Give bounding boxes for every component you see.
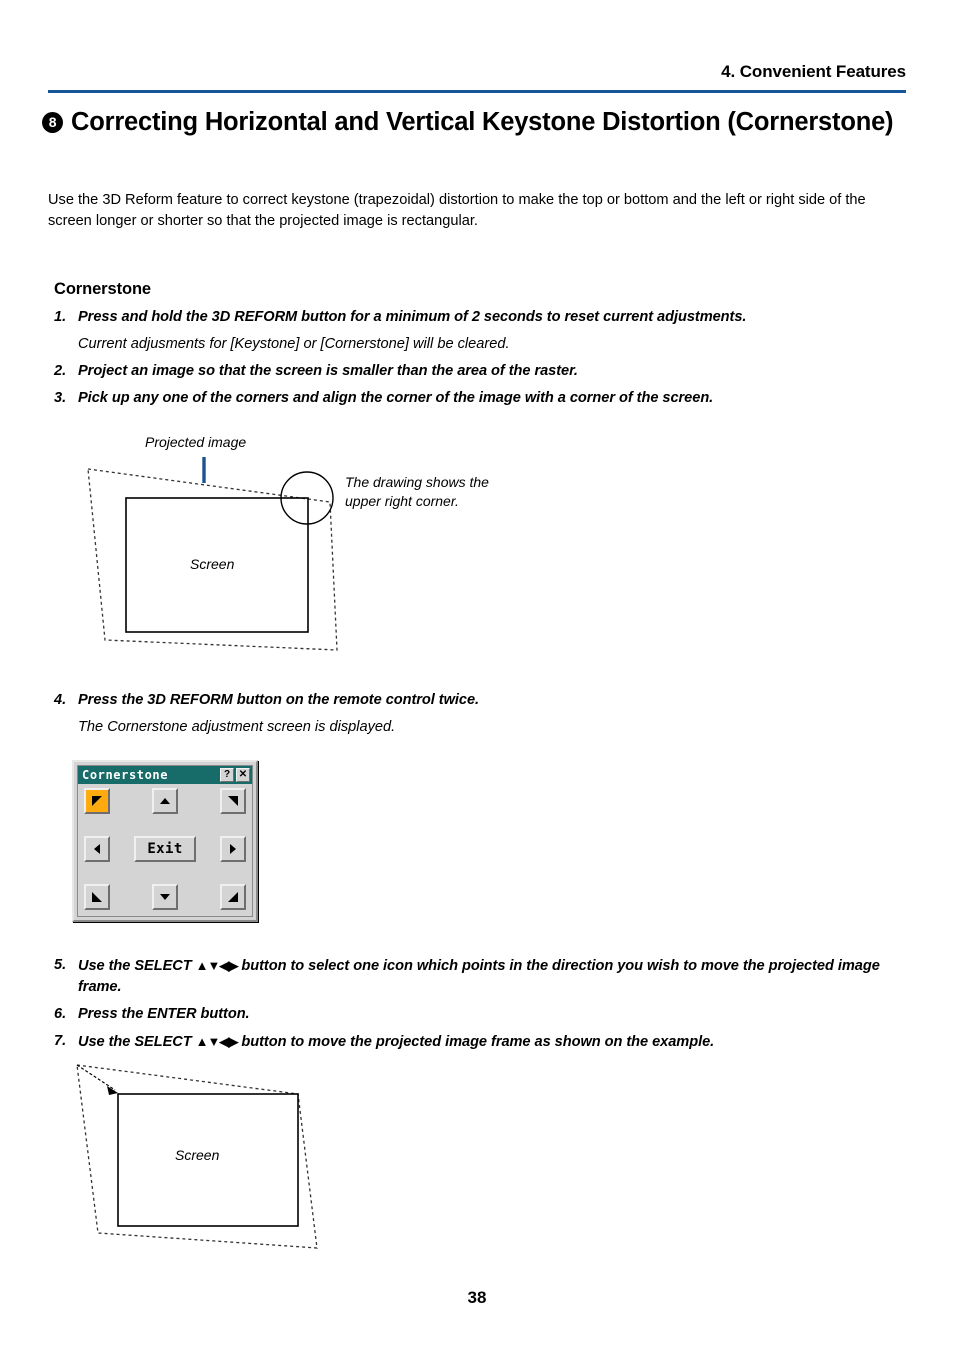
step-7-text-after: button to move the projected image frame… bbox=[237, 1034, 715, 1050]
dialog-button-left[interactable] bbox=[84, 836, 110, 862]
dialog-title: Cornerstone bbox=[82, 768, 169, 782]
page-header: 4. Convenient Features bbox=[48, 62, 906, 82]
step-3: 3. Pick up any one of the corners and ali… bbox=[54, 388, 906, 409]
dialog-exit-button[interactable]: Exit bbox=[134, 836, 196, 862]
step-6: 6. Press the ENTER button. bbox=[54, 1004, 906, 1025]
diagram-adjusted-frame: Screen bbox=[55, 1050, 375, 1260]
intro-paragraph: Use the 3D Reform feature to correct key… bbox=[48, 192, 866, 229]
subsection-heading: Cornerstone bbox=[54, 280, 151, 298]
dialog-button-right[interactable] bbox=[220, 836, 246, 862]
arrow-down-left-icon bbox=[90, 890, 104, 904]
arrow-right-icon bbox=[226, 842, 240, 856]
arrow-up-right-icon bbox=[226, 794, 240, 808]
arrow-up-left-icon bbox=[90, 794, 104, 808]
dialog-button-up-left[interactable] bbox=[84, 788, 110, 814]
step-2: 2. Project an image so that the screen is… bbox=[54, 361, 906, 382]
step-1: 1. Press and hold the 3D REFORM button fo… bbox=[54, 307, 906, 328]
label-projected-image: Projected image bbox=[145, 434, 247, 450]
step-6-text: Press the ENTER button. bbox=[78, 1006, 250, 1022]
chapter-title: 4. Convenient Features bbox=[721, 62, 906, 81]
label-drawing-note: The drawing shows the upper right corner… bbox=[345, 474, 489, 509]
dialog-titlebar: Cornerstone ? ✕ bbox=[78, 766, 252, 784]
step-5: 5. Use the SELECT ▲▼◀▶ button to select o… bbox=[54, 955, 906, 998]
help-icon[interactable]: ? bbox=[220, 768, 234, 782]
section-heading: 8 Correcting Horizontal and Vertical Keys… bbox=[42, 106, 908, 139]
diagram-1-svg bbox=[87, 457, 338, 651]
step-3-text: Pick up any one of the corners and align… bbox=[78, 390, 714, 406]
label-screen-2: Screen bbox=[175, 1147, 220, 1163]
dialog-button-up[interactable] bbox=[152, 788, 178, 814]
corner-move-arrowhead bbox=[107, 1086, 118, 1095]
select-arrows-icon-2: ▲▼◀▶ bbox=[195, 1034, 239, 1049]
diagram-projected-image-alignment: Projected image The drawing shows the up… bbox=[60, 425, 620, 675]
step-5-number: 5. bbox=[54, 957, 67, 973]
step-5-text-before: Use the SELECT bbox=[78, 958, 196, 974]
close-icon[interactable]: ✕ bbox=[236, 768, 250, 782]
steps-group-2: 4. Press the 3D REFORM button on the remo… bbox=[54, 690, 906, 744]
step-4-note: The Cornerstone adjustment screen is dis… bbox=[78, 719, 396, 735]
section-title: Correcting Horizontal and Vertical Keyst… bbox=[71, 108, 894, 136]
cornerstone-dialog: Cornerstone ? ✕ Exit bbox=[72, 760, 258, 922]
step-4-number: 4. bbox=[54, 692, 67, 708]
step-3-number: 3. bbox=[54, 390, 67, 406]
step-4: 4. Press the 3D REFORM button on the remo… bbox=[54, 690, 906, 711]
step-1-text: Press and hold the 3D REFORM button for … bbox=[78, 309, 747, 325]
dialog-button-down-right[interactable] bbox=[220, 884, 246, 910]
step-7-text-before: Use the SELECT bbox=[78, 1034, 196, 1050]
step-6-number: 6. bbox=[54, 1006, 67, 1022]
step-7-number: 7. bbox=[54, 1033, 67, 1049]
step-2-text: Project an image so that the screen is s… bbox=[78, 363, 578, 379]
step-1-number: 1. bbox=[54, 309, 67, 325]
step-1-note: Current adjusments for [Keystone] or [Co… bbox=[78, 336, 510, 352]
label-screen-1: Screen bbox=[190, 556, 235, 572]
header-divider bbox=[48, 90, 906, 93]
arrow-down-icon bbox=[158, 890, 172, 904]
step-2-number: 2. bbox=[54, 363, 67, 379]
step-4-text: Press the 3D REFORM button on the remote… bbox=[78, 692, 480, 708]
section-number-badge: 8 bbox=[42, 112, 63, 133]
arrow-left-icon bbox=[90, 842, 104, 856]
dialog-button-down[interactable] bbox=[152, 884, 178, 910]
document-page: 4. Convenient Features 8 Correcting Horiz… bbox=[0, 0, 954, 1348]
page-number: 38 bbox=[467, 1288, 487, 1307]
dialog-button-up-right[interactable] bbox=[220, 788, 246, 814]
arrow-up-icon bbox=[158, 794, 172, 808]
arrow-down-right-icon bbox=[226, 890, 240, 904]
steps-group-3: 5. Use the SELECT ▲▼◀▶ button to select o… bbox=[54, 955, 906, 1059]
select-arrows-icon-1: ▲▼◀▶ bbox=[195, 958, 239, 973]
dialog-button-down-left[interactable] bbox=[84, 884, 110, 910]
steps-group-1: 1. Press and hold the 3D REFORM button fo… bbox=[54, 307, 906, 415]
direction-pad: Exit bbox=[78, 786, 252, 912]
